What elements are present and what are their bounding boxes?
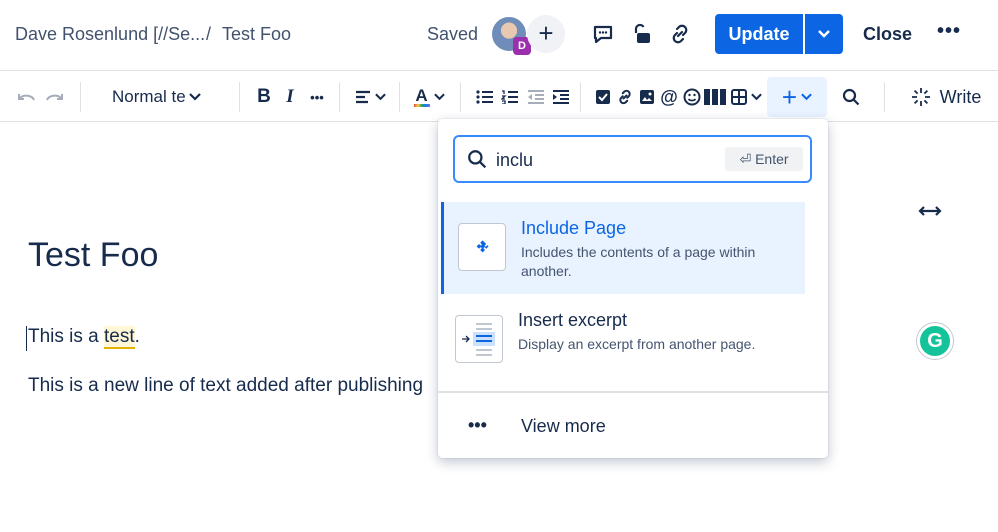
- formatting-toolbar: Normal te B I ••• A @ + Write: [0, 70, 998, 122]
- chevron-down-icon: [750, 93, 762, 101]
- breadcrumb-page[interactable]: Test Foo: [222, 24, 291, 45]
- menu-item-title: Insert excerpt: [518, 310, 628, 330]
- alignment-dropdown[interactable]: [352, 84, 388, 110]
- indent-icon[interactable]: [551, 84, 569, 110]
- menu-item-include-page[interactable]: Include Page Includes the contents of a …: [441, 202, 805, 294]
- toolbar-divider: [239, 82, 240, 112]
- return-icon: ⏎: [739, 151, 752, 167]
- puzzle-icon: [458, 223, 506, 271]
- toolbar-divider: [339, 82, 340, 112]
- menu-divider: [438, 391, 828, 393]
- image-icon[interactable]: [638, 84, 656, 110]
- view-more-label: View more: [521, 416, 606, 436]
- paragraph-text: This is a: [28, 326, 105, 347]
- link-icon[interactable]: [666, 20, 694, 48]
- toolbar-divider: [460, 82, 461, 112]
- align-left-icon: [355, 90, 370, 104]
- text-cursor: [26, 326, 27, 351]
- bullet-list-icon[interactable]: [475, 84, 493, 110]
- insert-search-input[interactable]: inclu ⏎ Enter: [453, 135, 812, 183]
- layouts-icon[interactable]: [704, 84, 726, 110]
- toolbar-divider: [80, 82, 81, 112]
- menu-item-insert-excerpt[interactable]: Insert excerpt Display an excerpt from a…: [441, 294, 805, 386]
- redo-icon[interactable]: [43, 84, 65, 110]
- search-value: inclu: [496, 150, 534, 170]
- excerpt-icon: [455, 315, 503, 363]
- text-color-dropdown[interactable]: A: [411, 84, 447, 110]
- table-dropdown[interactable]: [728, 84, 764, 110]
- link-icon[interactable]: [616, 84, 634, 110]
- emoji-icon[interactable]: [682, 84, 702, 110]
- chevron-down-icon: [374, 93, 386, 101]
- color-swatch-bar: [413, 103, 430, 107]
- menu-item-title: Include Page: [521, 218, 627, 238]
- toolbar-divider: [399, 82, 400, 112]
- text-color-icon: A: [415, 85, 428, 105]
- grammarly-highlight[interactable]: test: [104, 326, 135, 349]
- menu-item-description: Display an excerpt from another page.: [518, 336, 756, 352]
- comment-icon[interactable]: [589, 20, 617, 48]
- unlock-icon[interactable]: [627, 20, 655, 48]
- update-options-button[interactable]: [805, 14, 843, 54]
- search-icon: [468, 150, 487, 169]
- mention-icon[interactable]: @: [660, 84, 678, 110]
- saved-status: Saved: [427, 24, 479, 44]
- chevron-down-icon: [801, 93, 812, 101]
- text-style-dropdown[interactable]: Normal te: [112, 84, 212, 110]
- insert-menu: inclu ⏎ Enter Include Page Includes the …: [438, 119, 828, 458]
- invite-button[interactable]: +: [527, 15, 565, 53]
- breadcrumb-separator: /: [206, 24, 212, 44]
- more-actions-button[interactable]: •••: [937, 20, 961, 43]
- close-button[interactable]: Close: [863, 24, 912, 45]
- action-item-icon[interactable]: [594, 84, 612, 110]
- arrows-horizontal-icon: [918, 206, 942, 216]
- update-button[interactable]: Update: [715, 14, 803, 54]
- paragraph[interactable]: This is a test.: [28, 326, 140, 349]
- editor-header: Dave Rosenlund [//Se... / Test Foo Saved…: [0, 0, 998, 70]
- bold-button[interactable]: B: [254, 84, 274, 110]
- more-formatting-button[interactable]: •••: [306, 84, 328, 110]
- chevron-down-icon: [188, 93, 201, 101]
- plus-icon: +: [538, 18, 554, 48]
- italic-button[interactable]: I: [280, 84, 300, 110]
- page-width-toggle[interactable]: [918, 204, 942, 223]
- enter-hint: ⏎ Enter: [725, 147, 803, 171]
- table-icon: [730, 89, 747, 105]
- paragraph[interactable]: This is a new line of text added after p…: [28, 375, 440, 397]
- paragraph-text: .: [134, 326, 140, 347]
- outdent-icon[interactable]: [526, 84, 544, 110]
- toolbar-divider: [884, 82, 885, 112]
- sparkle-icon: [911, 88, 930, 106]
- more-icon: •••: [468, 415, 487, 435]
- insert-elements-button[interactable]: +: [767, 77, 827, 117]
- numbered-list-icon[interactable]: [500, 84, 518, 110]
- undo-icon[interactable]: [16, 84, 38, 110]
- plus-icon: +: [781, 81, 798, 112]
- chevron-down-icon: [818, 30, 830, 38]
- enter-hint-label: Enter: [755, 151, 789, 167]
- menu-item-description: Includes the contents of a page within a…: [521, 244, 756, 279]
- chevron-down-icon: [433, 93, 445, 101]
- search-icon[interactable]: [841, 84, 861, 110]
- page-title[interactable]: Test Foo: [28, 236, 158, 275]
- text-style-label: Normal te: [112, 87, 186, 106]
- write-ai-button[interactable]: Write: [908, 84, 984, 110]
- write-label: Write: [939, 86, 982, 107]
- toolbar-divider: [580, 82, 581, 112]
- breadcrumb-space[interactable]: Dave Rosenlund [//Se...: [15, 24, 205, 45]
- grammarly-icon[interactable]: G: [917, 323, 953, 359]
